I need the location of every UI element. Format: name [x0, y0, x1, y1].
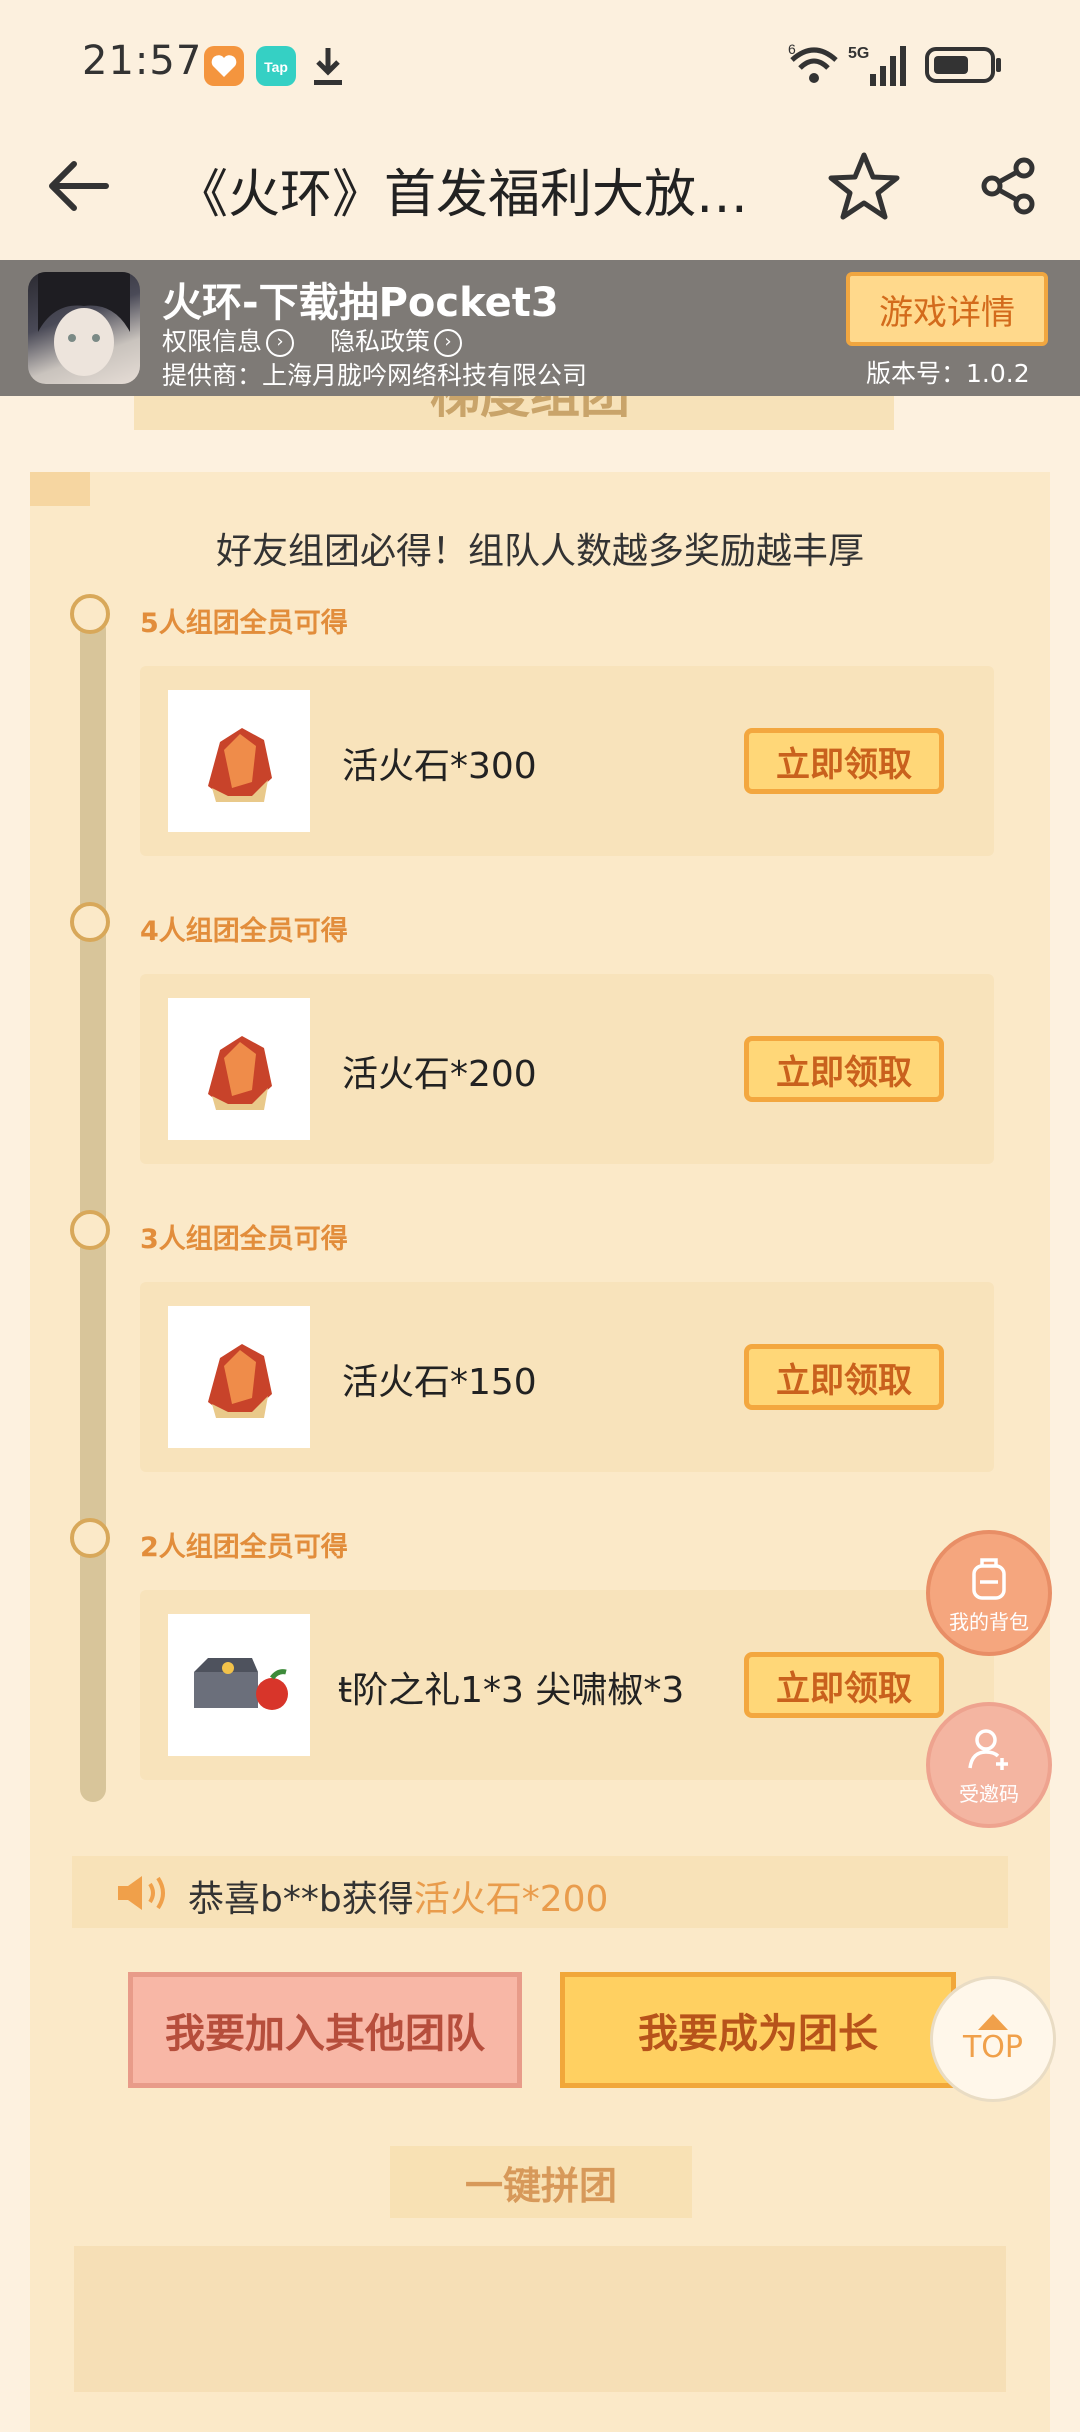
tier-label: 5人组团全员可得 [140, 608, 348, 639]
battery-icon [924, 46, 1004, 88]
speaker-icon [114, 1872, 170, 1918]
svg-text:5G: 5G [848, 45, 869, 62]
fire-stone-image [168, 1306, 310, 1448]
claim-button[interactable]: 立即领取 [744, 728, 944, 794]
game-avatar[interactable] [28, 272, 140, 384]
svg-text:Tap: Tap [264, 59, 288, 75]
share-icon[interactable] [978, 156, 1038, 220]
quick-match-area [74, 2246, 1006, 2392]
quick-match-header: 一键拼团 [390, 2146, 692, 2218]
back-arrow-icon[interactable] [44, 156, 114, 220]
privacy-link[interactable]: 隐私政策 › [330, 322, 463, 358]
claim-button[interactable]: 立即领取 [744, 1036, 944, 1102]
reward-item-name: 活火石*150 [342, 1362, 537, 1403]
chevron-right-icon: › [266, 329, 295, 357]
svg-text:6: 6 [788, 42, 796, 57]
ticker-text: 恭喜b**b获得活火石*200 [188, 1870, 608, 1922]
tier-label: 2人组团全员可得 [140, 1532, 348, 1563]
tier-label: 4人组团全员可得 [140, 916, 348, 947]
timeline-bar [80, 616, 106, 1802]
permissions-label: 权限信息 [162, 327, 263, 356]
provider-text: 提供商：上海月胧吟网络科技有限公司 [162, 361, 588, 390]
cellular-signal-icon: 5G [848, 42, 912, 92]
timeline-node [70, 1518, 110, 1558]
claim-button[interactable]: 立即领取 [744, 1344, 944, 1410]
intro-text: 好友组团必得！组队人数越多奖励越丰厚 [215, 531, 864, 572]
invite-code-label: 受邀码 [959, 1781, 1019, 1806]
my-bag-label: 我的背包 [949, 1609, 1029, 1634]
join-other-team-button[interactable]: 我要加入其他团队 [128, 1972, 522, 2088]
fire-stone-image [168, 690, 310, 832]
ticker-prefix: 恭喜b**b获得 [188, 1879, 414, 1920]
favorite-star-icon[interactable] [826, 150, 902, 226]
download-icon [308, 44, 348, 92]
timeline-node [70, 594, 110, 634]
my-bag-button[interactable]: 我的背包 [926, 1530, 1052, 1656]
reward-item-name: ŧ阶之礼1*3 尖啸椒*3 [338, 1670, 685, 1711]
status-time: 21:57 [82, 38, 203, 84]
fire-stone-image [168, 998, 310, 1140]
timeline-node [70, 902, 110, 942]
ticker-highlight: 活火石*200 [413, 1879, 609, 1920]
invite-code-button[interactable]: 受邀码 [926, 1702, 1052, 1828]
panel-corner [30, 472, 90, 506]
reward-item-name: 活火石*300 [342, 746, 537, 787]
game-detail-button[interactable]: 游戏详情 [846, 272, 1048, 346]
add-user-icon [968, 1728, 1008, 1770]
top-label: TOP [962, 2029, 1024, 2065]
tap-app-icon: Tap [256, 46, 296, 86]
privacy-label: 隐私政策 [330, 327, 431, 356]
chest-and-pepper-image [168, 1614, 310, 1756]
heart-app-icon [204, 46, 244, 86]
version-text: 版本号：1.0.2 [866, 359, 1030, 388]
tier-label: 3人组团全员可得 [140, 1224, 348, 1255]
page-title: 《火环》首发福利大放… [176, 165, 749, 225]
become-leader-button[interactable]: 我要成为团长 [560, 1972, 956, 2088]
wifi-icon: 6 [786, 41, 842, 92]
game-title: 火环-下载抽Pocket3 [162, 280, 559, 326]
permissions-link[interactable]: 权限信息 › [162, 322, 295, 358]
caret-up-icon [978, 2013, 1008, 2030]
claim-button[interactable]: 立即领取 [744, 1652, 944, 1718]
backpack-icon [972, 1557, 1006, 1600]
chevron-right-icon: › [434, 329, 463, 357]
timeline-node [70, 1210, 110, 1250]
reward-item-name: 活火石*200 [342, 1054, 537, 1095]
back-to-top-button[interactable]: TOP [930, 1976, 1056, 2102]
